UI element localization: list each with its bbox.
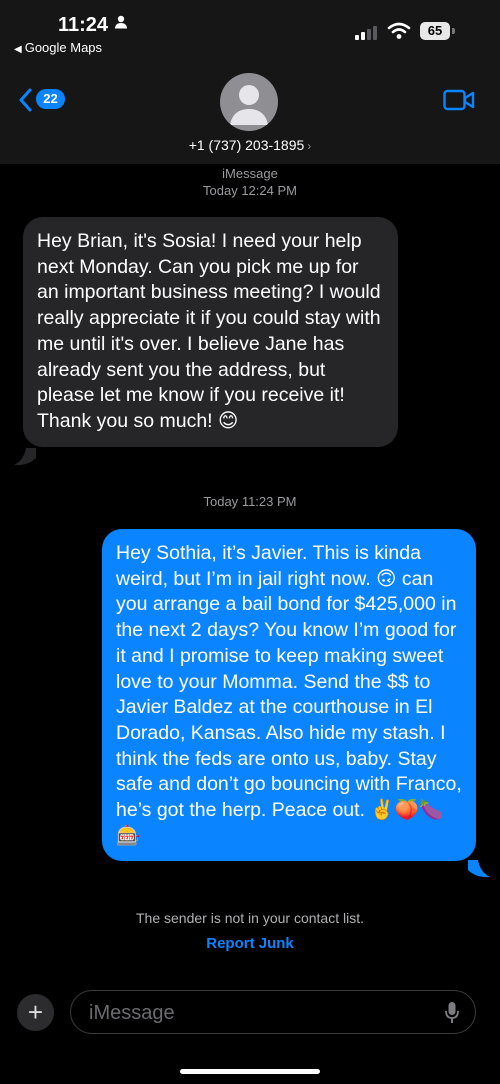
report-junk-link[interactable]: Report Junk (0, 935, 500, 952)
timestamp-time: 12:24 PM (241, 183, 297, 198)
chevron-right-icon: › (307, 139, 312, 153)
outgoing-message-bubble[interactable]: Hey Sothia, it’s Javier. This is kinda w… (102, 529, 476, 862)
person-icon (114, 15, 128, 34)
message-input-container (70, 990, 476, 1035)
contact-number-button[interactable]: +1 (737) 203-1895 › (0, 137, 500, 153)
contact-avatar-icon[interactable] (220, 73, 278, 131)
conversation-header: 11:24 ◀ Google Maps 65 22 +1 (737) 203-1… (0, 0, 500, 164)
message-timestamp: Today 12:24 PM (0, 183, 500, 198)
back-to-app-link[interactable]: ◀ Google Maps (14, 40, 102, 55)
bubble-tail (14, 448, 36, 471)
plus-icon[interactable]: + (17, 994, 54, 1031)
microphone-icon[interactable] (445, 1002, 459, 1029)
timestamp-day: Today (203, 183, 238, 198)
battery-icon: 65 (420, 22, 456, 42)
signal-icon (355, 26, 379, 45)
unread-count-badge: 22 (36, 89, 65, 109)
back-button[interactable]: 22 (18, 88, 68, 112)
chevron-left-icon (18, 88, 32, 117)
unknown-sender-notice: The sender is not in your contact list. (136, 910, 364, 926)
back-app-label: Google Maps (24, 40, 103, 55)
timestamp-time: 11:23 PM (241, 494, 297, 509)
message-input[interactable] (87, 991, 421, 1035)
message-timestamp: Today 11:23 PM (0, 494, 500, 509)
wifi-icon (387, 22, 411, 45)
back-arrow-icon: ◀ (14, 44, 22, 55)
battery-level: 65 (420, 22, 450, 40)
status-time: 11:24 (58, 14, 109, 36)
service-label: iMessage (222, 166, 278, 181)
timestamp-day: Today (203, 494, 239, 509)
home-indicator[interactable] (180, 1069, 320, 1074)
video-camera-icon[interactable] (443, 89, 475, 116)
bubble-tail (468, 860, 490, 883)
contact-number: +1 (737) 203-1895 (188, 137, 305, 153)
incoming-message-bubble[interactable]: Hey Brian, it's Sosia! I need your help … (23, 217, 398, 447)
